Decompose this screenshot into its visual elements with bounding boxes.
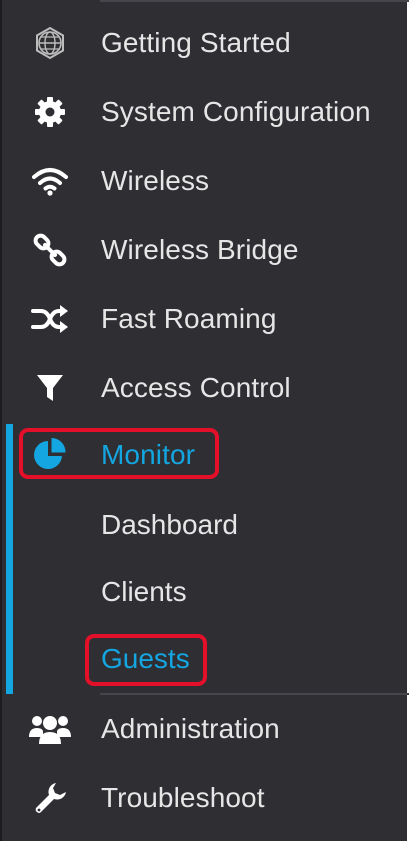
- nav-item-access-control[interactable]: Access Control: [2, 353, 409, 422]
- nav-item-label: Administration: [101, 712, 280, 744]
- wrench-icon: [28, 778, 72, 818]
- nav-item-label: Access Control: [101, 371, 291, 403]
- nav-item-system-configuration[interactable]: System Configuration: [2, 77, 409, 146]
- nav-item-wireless[interactable]: Wireless: [2, 146, 409, 215]
- nav-item-label: Getting Started: [101, 26, 291, 58]
- callout-highlight: [19, 428, 219, 479]
- nav-item-label: Wireless: [101, 164, 210, 196]
- nav-item-label: Troubleshoot: [101, 781, 265, 813]
- subnav-item-clients[interactable]: Clients: [2, 558, 409, 625]
- nav-item-label: Fast Roaming: [101, 302, 277, 334]
- filter-icon: [28, 368, 72, 408]
- link-icon: [28, 230, 72, 270]
- nav-item-administration[interactable]: Administration: [2, 694, 409, 763]
- users-icon: [28, 709, 72, 749]
- shuffle-icon: [28, 299, 72, 339]
- nav-item-wireless-bridge[interactable]: Wireless Bridge: [2, 215, 409, 284]
- globe-icon: [28, 23, 72, 63]
- sidebar-nav: Getting Started System Configuration Wir…: [0, 0, 409, 841]
- callout-highlight: [85, 634, 207, 686]
- nav-item-troubleshoot[interactable]: Troubleshoot: [2, 763, 409, 832]
- gear-icon: [28, 92, 72, 132]
- nav-item-getting-started[interactable]: Getting Started: [2, 8, 409, 77]
- nav-item-label: System Configuration: [101, 95, 371, 127]
- divider: [100, 0, 409, 2]
- nav-item-label: Wireless Bridge: [101, 233, 299, 265]
- subnav-item-dashboard[interactable]: Dashboard: [2, 491, 409, 558]
- wifi-icon: [28, 161, 72, 201]
- subnav-item-label: Clients: [101, 575, 187, 607]
- nav-item-fast-roaming[interactable]: Fast Roaming: [2, 284, 409, 353]
- subnav-item-label: Dashboard: [101, 508, 238, 540]
